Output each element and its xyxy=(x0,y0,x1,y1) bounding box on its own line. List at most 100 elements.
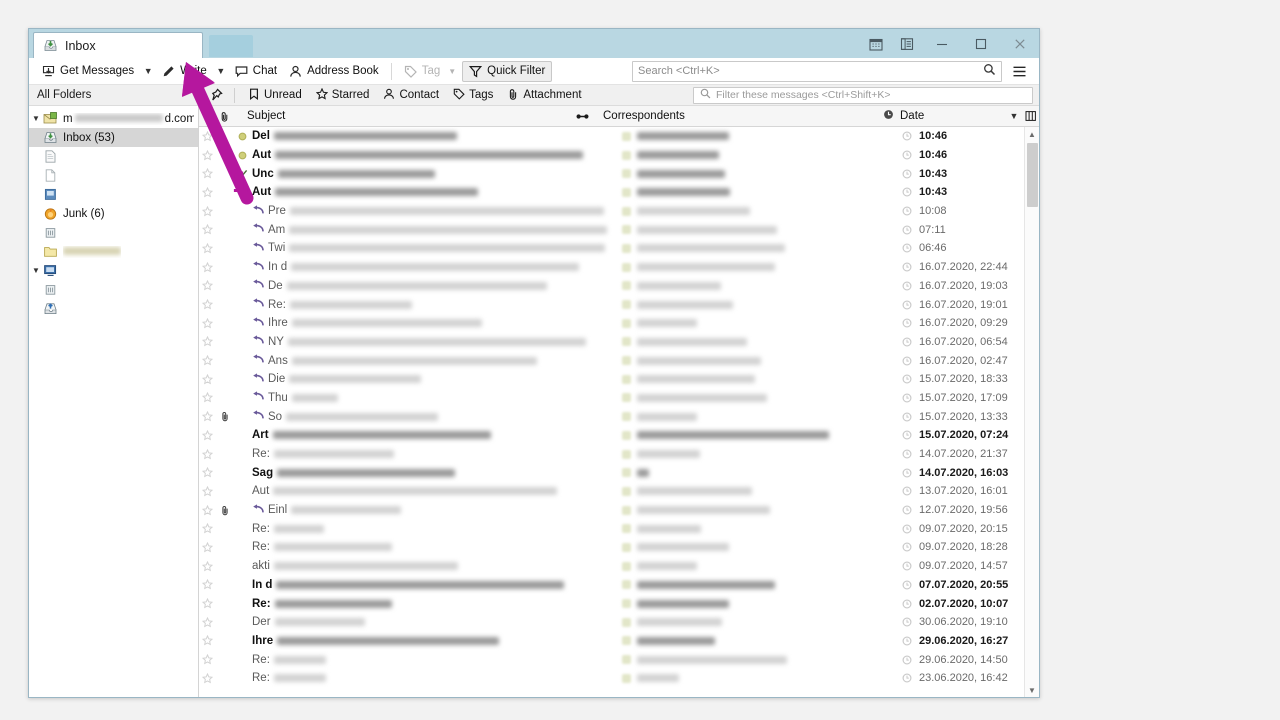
row-star-icon[interactable] xyxy=(199,523,216,534)
write-button[interactable]: Write xyxy=(156,61,213,82)
row-star-icon[interactable] xyxy=(199,504,216,516)
row-star-icon[interactable] xyxy=(199,242,216,254)
table-row[interactable]: Aut 13.07.2020, 16:01 xyxy=(199,482,1024,501)
table-row[interactable]: Art 15.07.2020, 07:24 xyxy=(199,426,1024,445)
row-star-icon[interactable] xyxy=(199,560,216,572)
chevron-down-icon[interactable]: ▼ xyxy=(29,266,43,275)
quick-filter-button[interactable]: Quick Filter xyxy=(462,60,553,82)
row-star-icon[interactable] xyxy=(199,467,216,478)
row-star-icon[interactable] xyxy=(199,635,216,646)
write-dropdown[interactable]: ▼ xyxy=(213,61,229,82)
table-row[interactable]: Re: 14.07.2020, 21:37 xyxy=(199,445,1024,464)
column-picker-icon[interactable] xyxy=(1023,106,1039,127)
table-row[interactable]: Re: 16.07.2020, 19:01 xyxy=(199,295,1024,314)
table-row[interactable]: Re: 23.06.2020, 16:42 xyxy=(199,669,1024,688)
tag-dropdown-caret[interactable]: ▼ xyxy=(448,67,456,76)
table-row[interactable]: De 16.07.2020, 19:03 xyxy=(199,277,1024,296)
table-row[interactable]: Ihre 29.06.2020, 16:27 xyxy=(199,632,1024,651)
hamburger-icon[interactable] xyxy=(1006,61,1032,82)
scroll-thumb[interactable] xyxy=(1026,143,1038,207)
chevron-down-icon[interactable]: ▼ xyxy=(29,114,43,123)
table-row[interactable]: Re: 09.07.2020, 20:15 xyxy=(199,519,1024,538)
scroll-down-arrow[interactable]: ▼ xyxy=(1025,683,1040,697)
new-tab-button[interactable] xyxy=(209,35,253,57)
row-star-icon[interactable] xyxy=(199,429,216,441)
scroll-up-arrow[interactable]: ▲ xyxy=(1025,127,1040,141)
table-row[interactable]: NY 16.07.2020, 06:54 xyxy=(199,333,1024,352)
filter-tags-button[interactable]: Tags xyxy=(447,86,499,104)
maximize-icon[interactable] xyxy=(961,29,1000,58)
row-star-icon[interactable] xyxy=(199,598,216,609)
table-row[interactable]: So 15.07.2020, 13:33 xyxy=(199,407,1024,426)
folder-pane-header[interactable]: All Folders xyxy=(29,85,198,106)
calendar-icon[interactable] xyxy=(860,29,891,58)
table-row[interactable]: Re: 09.07.2020, 18:28 xyxy=(199,538,1024,557)
filter-contact-button[interactable]: Contact xyxy=(377,86,445,104)
sidebar-item-custom-folder[interactable] xyxy=(29,242,198,261)
row-star-icon[interactable] xyxy=(199,168,216,179)
tab-inbox[interactable]: Inbox xyxy=(33,32,203,58)
sidebar-item-drafts[interactable] xyxy=(29,147,198,166)
table-row[interactable]: Ans 16.07.2020, 02:47 xyxy=(199,351,1024,370)
get-messages-dropdown[interactable]: ▼ xyxy=(140,61,156,82)
tasks-icon[interactable] xyxy=(891,29,922,58)
column-header-attachment[interactable] xyxy=(216,106,233,127)
get-messages-button[interactable]: Get Messages xyxy=(36,61,140,82)
table-row[interactable]: Aut 10:43 xyxy=(199,183,1024,202)
column-header-date[interactable]: Date xyxy=(875,106,1005,127)
sidebar-item-sent[interactable] xyxy=(29,185,198,204)
tag-button[interactable]: Tag ▼ xyxy=(398,61,462,82)
sidebar-item-junk[interactable]: Junk (6) xyxy=(29,204,198,223)
filter-starred-button[interactable]: Starred xyxy=(310,86,376,104)
table-row[interactable]: Pre 10:08 xyxy=(199,202,1024,221)
row-star-icon[interactable] xyxy=(199,485,216,497)
column-header-subject[interactable]: Subject xyxy=(233,106,569,127)
row-star-icon[interactable] xyxy=(199,186,216,198)
row-star-icon[interactable] xyxy=(199,280,216,291)
row-star-icon[interactable] xyxy=(199,672,216,684)
message-rows[interactable]: Del 10:46 Aut 10:46 Unc 10:43 Aut 10:43 Pre 10:08… xyxy=(199,127,1024,697)
column-header-star[interactable] xyxy=(199,106,216,127)
column-header-correspondents[interactable]: Correspondents xyxy=(595,106,875,127)
close-icon[interactable] xyxy=(1000,29,1039,58)
row-star-icon[interactable] xyxy=(199,373,216,385)
row-star-icon[interactable] xyxy=(199,224,216,235)
row-star-icon[interactable] xyxy=(199,149,216,161)
message-filter-input[interactable]: Filter these messages <Ctrl+Shift+K> xyxy=(693,86,1033,104)
table-row[interactable]: Unc 10:43 xyxy=(199,164,1024,183)
table-row[interactable]: Die 15.07.2020, 18:33 xyxy=(199,370,1024,389)
table-row[interactable]: Del 10:46 xyxy=(199,127,1024,146)
table-row[interactable]: Re: 02.07.2020, 10:07 xyxy=(199,594,1024,613)
table-row[interactable]: Twi 06:46 xyxy=(199,239,1024,258)
row-star-icon[interactable] xyxy=(199,541,216,553)
table-row[interactable]: Ihre 16.07.2020, 09:29 xyxy=(199,314,1024,333)
row-star-icon[interactable] xyxy=(199,130,216,142)
sidebar-item-outbox[interactable] xyxy=(29,299,198,318)
filter-attachment-button[interactable]: Attachment xyxy=(501,86,587,104)
table-row[interactable]: akti 09.07.2020, 14:57 xyxy=(199,557,1024,576)
folder-local-folders-root[interactable]: ▼ xyxy=(29,261,198,280)
table-row[interactable]: In d 16.07.2020, 22:44 xyxy=(199,258,1024,277)
row-star-icon[interactable] xyxy=(199,616,216,628)
table-row[interactable]: Thu 15.07.2020, 17:09 xyxy=(199,389,1024,408)
column-header-thread[interactable] xyxy=(569,106,595,127)
row-star-icon[interactable] xyxy=(199,299,216,310)
table-row[interactable]: Aut 10:46 xyxy=(199,146,1024,165)
sort-direction-indicator[interactable]: ▼ xyxy=(1005,106,1023,127)
row-star-icon[interactable] xyxy=(199,392,216,403)
table-row[interactable]: Der 30.06.2020, 19:10 xyxy=(199,613,1024,632)
table-row[interactable]: Sag 14.07.2020, 16:03 xyxy=(199,463,1024,482)
table-row[interactable]: In d 07.07.2020, 20:55 xyxy=(199,576,1024,595)
table-row[interactable]: Einl 12.07.2020, 19:56 xyxy=(199,501,1024,520)
message-list-scrollbar[interactable]: ▲ ▼ xyxy=(1024,127,1039,697)
sidebar-item-inbox[interactable]: Inbox (53) xyxy=(29,128,198,147)
row-star-icon[interactable] xyxy=(199,411,216,422)
row-star-icon[interactable] xyxy=(199,317,216,329)
row-star-icon[interactable] xyxy=(199,654,216,665)
chat-button[interactable]: Chat xyxy=(229,61,283,82)
row-star-icon[interactable] xyxy=(199,448,216,460)
minimize-icon[interactable] xyxy=(922,29,961,58)
row-star-icon[interactable] xyxy=(199,355,216,366)
sidebar-item-trash[interactable] xyxy=(29,223,198,242)
row-star-icon[interactable] xyxy=(199,579,216,590)
